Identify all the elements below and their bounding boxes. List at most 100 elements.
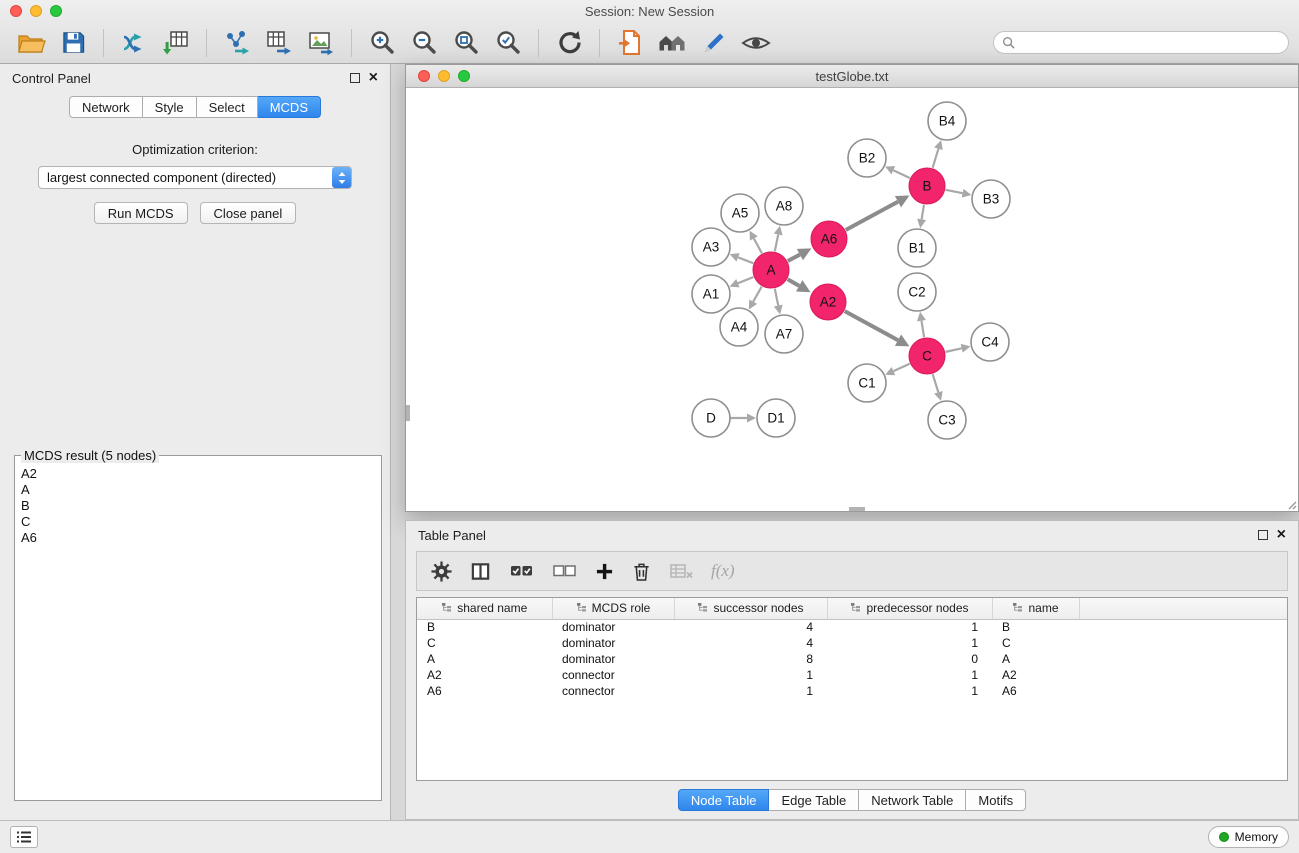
table-tab-node-table[interactable]: Node Table	[678, 789, 770, 811]
float-table-panel-icon[interactable]	[1258, 530, 1268, 540]
edge-A2-C[interactable]	[845, 311, 898, 340]
delete-table-button[interactable]	[669, 562, 693, 580]
cell-predecessor-nodes[interactable]: 1	[827, 683, 992, 699]
edge-C-C1[interactable]	[893, 364, 909, 371]
cell-name[interactable]: A6	[992, 683, 1079, 699]
edge-C-C3[interactable]	[933, 374, 939, 392]
apply-style-button[interactable]	[693, 25, 735, 61]
zoom-selected-button[interactable]	[487, 25, 529, 61]
table-tab-edge-table[interactable]: Edge Table	[769, 789, 859, 811]
cell-mcds-role[interactable]: dominator	[552, 651, 674, 667]
mcds-result-item-c[interactable]: C	[17, 514, 379, 530]
export-network-button[interactable]	[216, 25, 258, 61]
edge-A-A3[interactable]	[738, 257, 753, 263]
cell-successor-nodes[interactable]: 4	[674, 619, 827, 635]
cell-shared-name[interactable]: A6	[417, 683, 552, 699]
cell-successor-nodes[interactable]: 1	[674, 683, 827, 699]
show-columns-button[interactable]	[470, 561, 491, 582]
cell-name[interactable]: B	[992, 619, 1079, 635]
cell-successor-nodes[interactable]: 8	[674, 651, 827, 667]
create-column-button[interactable]	[595, 562, 614, 581]
export-image-button[interactable]	[300, 25, 342, 61]
column-header-predecessor-nodes[interactable]: predecessor nodes	[827, 598, 992, 619]
cell-name[interactable]: A	[992, 651, 1079, 667]
table-tab-motifs[interactable]: Motifs	[966, 789, 1026, 811]
table-row[interactable]: Adominator80A	[417, 651, 1287, 667]
horizontal-scroll-stub[interactable]	[849, 507, 865, 511]
network-canvas[interactable]: B4B2BB3A8A5A6A3B1AC2A1A2A4A7C4CC1C3DD1	[406, 88, 1298, 511]
zoom-fit-button[interactable]	[445, 25, 487, 61]
float-panel-icon[interactable]	[350, 73, 360, 83]
memory-button[interactable]: Memory	[1208, 826, 1289, 848]
panel-selector-button[interactable]	[10, 826, 38, 848]
table-row[interactable]: Cdominator41C	[417, 635, 1287, 651]
tab-style[interactable]: Style	[143, 96, 197, 118]
edge-A-A7[interactable]	[775, 289, 778, 306]
column-header-successor-nodes[interactable]: successor nodes	[674, 598, 827, 619]
edge-B-B1[interactable]	[922, 205, 924, 220]
edge-A-A5[interactable]	[754, 238, 762, 253]
cell-predecessor-nodes[interactable]: 0	[827, 651, 992, 667]
search-input[interactable]	[1020, 36, 1280, 50]
import-network-button[interactable]	[113, 25, 155, 61]
cell-predecessor-nodes[interactable]: 1	[827, 635, 992, 651]
cell-mcds-role[interactable]: connector	[552, 683, 674, 699]
tab-mcds[interactable]: MCDS	[258, 96, 321, 118]
cell-name[interactable]: C	[992, 635, 1079, 651]
zoom-in-button[interactable]	[361, 25, 403, 61]
import-table-button[interactable]	[155, 25, 197, 61]
column-header-shared-name[interactable]: shared name	[417, 598, 552, 619]
cell-predecessor-nodes[interactable]: 1	[827, 619, 992, 635]
edge-B-B3[interactable]	[946, 190, 963, 193]
show-all-networks-button[interactable]	[651, 25, 693, 61]
table-row[interactable]: Bdominator41B	[417, 619, 1287, 635]
edge-A-A1[interactable]	[738, 277, 753, 283]
open-session-button[interactable]	[10, 25, 52, 61]
cell-shared-name[interactable]: C	[417, 635, 552, 651]
function-builder-button[interactable]: f(x)	[711, 561, 735, 581]
open-network-file-button[interactable]	[609, 25, 651, 61]
mcds-result-item-a[interactable]: A	[17, 482, 379, 498]
deselect-all-columns-button[interactable]	[552, 562, 577, 580]
mcds-result-item-a6[interactable]: A6	[17, 530, 379, 546]
edge-A-A6[interactable]	[788, 255, 800, 261]
edge-A-A8[interactable]	[775, 234, 778, 251]
run-mcds-button[interactable]: Run MCDS	[94, 202, 188, 224]
cell-mcds-role[interactable]: dominator	[552, 619, 674, 635]
mcds-result-list[interactable]: A2ABCA6	[17, 466, 379, 798]
cell-mcds-role[interactable]: dominator	[552, 635, 674, 651]
edge-B-B2[interactable]	[893, 170, 910, 178]
mcds-result-item-b[interactable]: B	[17, 498, 379, 514]
delete-column-button[interactable]	[632, 561, 651, 582]
cell-predecessor-nodes[interactable]: 1	[827, 667, 992, 683]
column-header-name[interactable]: name	[992, 598, 1079, 619]
table-row[interactable]: A2connector11A2	[417, 667, 1287, 683]
close-panel-icon[interactable]: ×	[369, 73, 378, 83]
export-table-button[interactable]	[258, 25, 300, 61]
table-row[interactable]: A6connector11A6	[417, 683, 1287, 699]
mcds-result-item-a2[interactable]: A2	[17, 466, 379, 482]
cell-name[interactable]: A2	[992, 667, 1079, 683]
column-header-mcds-role[interactable]: MCDS role	[552, 598, 674, 619]
cell-mcds-role[interactable]: connector	[552, 667, 674, 683]
select-all-columns-button[interactable]	[509, 562, 534, 580]
apply-layout-button[interactable]	[548, 25, 590, 61]
cell-successor-nodes[interactable]: 1	[674, 667, 827, 683]
cell-successor-nodes[interactable]: 4	[674, 635, 827, 651]
edge-B-B4[interactable]	[933, 149, 939, 168]
tab-select[interactable]: Select	[197, 96, 258, 118]
edge-A6-B[interactable]	[846, 202, 898, 230]
vertical-scroll-stub[interactable]	[406, 405, 410, 421]
cell-shared-name[interactable]: A2	[417, 667, 552, 683]
zoom-out-button[interactable]	[403, 25, 445, 61]
save-session-button[interactable]	[52, 25, 94, 61]
node-table[interactable]: shared nameMCDS rolesuccessor nodesprede…	[416, 597, 1288, 781]
edge-C-C4[interactable]	[946, 348, 962, 352]
cell-shared-name[interactable]: A	[417, 651, 552, 667]
table-tab-network-table[interactable]: Network Table	[859, 789, 966, 811]
network-window-titlebar[interactable]: testGlobe.txt	[406, 65, 1298, 88]
edge-A-A2[interactable]	[788, 279, 800, 286]
tab-network[interactable]: Network	[69, 96, 143, 118]
close-panel-button[interactable]: Close panel	[200, 202, 297, 224]
edge-C-C2[interactable]	[921, 321, 924, 338]
